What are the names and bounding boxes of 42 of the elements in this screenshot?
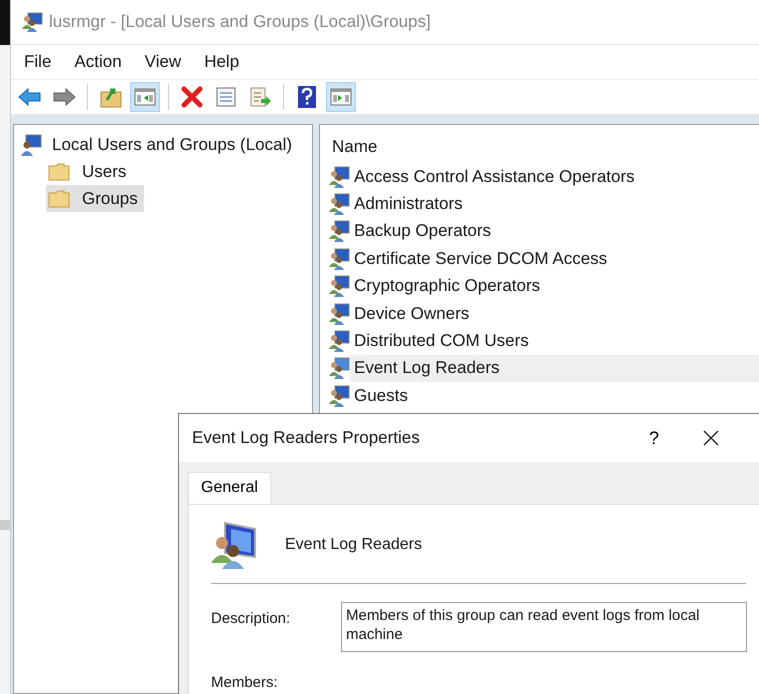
folder-icon [48,162,70,180]
menu-item[interactable]: File [21,52,62,72]
group-icon [328,248,350,270]
tree-item[interactable]: Local Users and Groups (Local) [52,134,292,154]
list-item[interactable]: Administrators [350,190,759,218]
tree-item[interactable]: Users [46,158,132,185]
list-item[interactable]: Distributed COM Users [350,328,759,355]
action-pane-button[interactable] [326,82,356,112]
list-item[interactable]: Event Log Readers [350,354,759,382]
dialog-title: Event Log Readers Properties [192,428,421,448]
menu-item[interactable]: Action [71,52,132,72]
group-icon [328,275,350,298]
window-title: lusrmgr - [Local Users and Groups (Local)\Groups] [49,12,431,32]
group-icon [328,384,350,407]
group-icon [328,166,350,188]
list-item[interactable]: Backup Operators [350,218,759,245]
help-button[interactable]: ? [639,426,669,450]
list-item[interactable]: Certificate Service DCOM Access [350,245,759,272]
group-name: Event Log Readers [285,536,422,554]
menu-item[interactable]: Help [201,52,250,72]
list-item[interactable]: Access Control Assistance Operators [350,163,759,190]
description-label: Description: [211,609,292,627]
group-icon [21,12,43,32]
description-field[interactable]: Members of this group can read event logs from local machine [341,602,747,652]
group-icon [328,330,350,352]
column-header[interactable]: Name [328,125,759,163]
menu-item[interactable]: View [142,52,192,72]
close-icon [703,430,719,446]
group-icon [328,193,350,216]
list-item[interactable]: Device Owners [350,300,759,328]
tab[interactable]: General [188,472,271,504]
group-icon [328,220,350,242]
list-item[interactable]: Guests [350,382,759,410]
tree-item[interactable]: Groups [46,185,144,212]
list-item[interactable]: Cryptographic Operators [350,272,759,300]
group-icon [211,521,257,569]
computer-users-icon [20,134,42,156]
group-icon [328,302,350,325]
folder-icon [48,190,70,208]
tree-toggle-button[interactable] [130,82,160,112]
group-icon [328,357,350,380]
members-label: Members: [211,674,278,691]
